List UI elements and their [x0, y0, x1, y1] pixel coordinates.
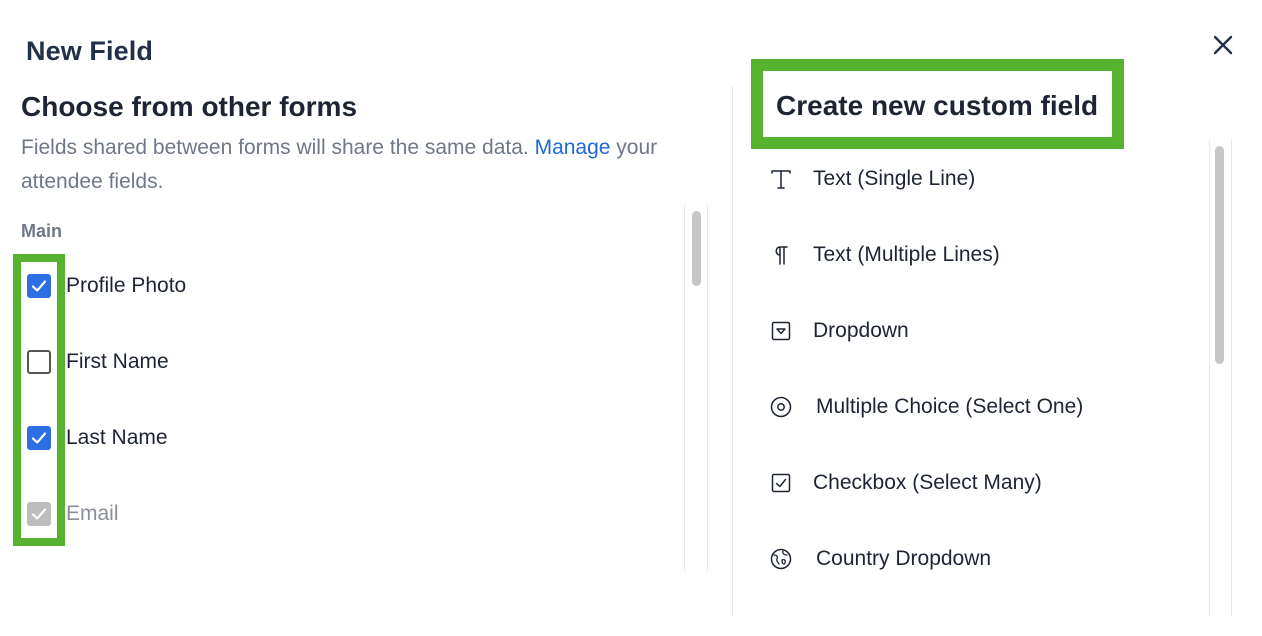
field-type-label: Text (Multiple Lines) — [813, 243, 1000, 266]
column-divider — [732, 86, 733, 616]
field-type-label: Checkbox (Select Many) — [813, 471, 1042, 494]
section-label-main: Main — [21, 221, 63, 241]
field-type-multiple-choice[interactable]: Multiple Choice (Select One) — [768, 392, 1083, 422]
field-label-email: Email — [66, 502, 119, 525]
field-type-text-single-line[interactable]: Text (Single Line) — [768, 164, 975, 194]
globe-icon — [768, 546, 794, 572]
radio-icon — [768, 394, 794, 420]
left-scrollbar-thumb[interactable] — [692, 211, 701, 286]
checkbox-highlight-annotation — [13, 254, 65, 546]
dialog-title: New Field — [26, 36, 153, 66]
pilcrow-icon — [768, 242, 794, 268]
description-text: Fields shared between forms will share t… — [21, 136, 535, 159]
field-type-text-multiple-lines[interactable]: Text (Multiple Lines) — [768, 240, 1000, 270]
field-label-first-name: First Name — [66, 350, 169, 373]
shared-fields-description: Fields shared between forms will share t… — [21, 131, 701, 199]
field-type-checkbox[interactable]: Checkbox (Select Many) — [768, 468, 1042, 498]
field-type-label: Dropdown — [813, 319, 909, 342]
right-scrollbar[interactable] — [1209, 140, 1232, 616]
checkbox-icon — [768, 470, 794, 496]
field-type-label: Text (Single Line) — [813, 167, 976, 190]
dropdown-icon — [768, 318, 794, 344]
field-type-country-dropdown[interactable]: Country Dropdown — [768, 544, 991, 574]
field-type-dropdown[interactable]: Dropdown — [768, 316, 909, 346]
close-button[interactable] — [1208, 30, 1238, 60]
close-icon — [1213, 35, 1233, 55]
field-label-last-name: Last Name — [66, 426, 168, 449]
field-type-label: Country Dropdown — [816, 547, 992, 570]
choose-from-other-forms-heading: Choose from other forms — [21, 91, 358, 122]
field-label-profile-photo: Profile Photo — [66, 274, 187, 297]
left-scrollbar[interactable] — [684, 205, 708, 571]
create-new-custom-field-heading: Create new custom field — [776, 90, 1099, 121]
right-scrollbar-thumb[interactable] — [1215, 146, 1224, 364]
create-custom-field-highlight: Create new custom field — [751, 59, 1124, 149]
manage-link[interactable]: Manage — [535, 136, 611, 159]
field-type-label: Multiple Choice (Select One) — [816, 395, 1084, 418]
text-single-line-icon — [768, 166, 794, 192]
